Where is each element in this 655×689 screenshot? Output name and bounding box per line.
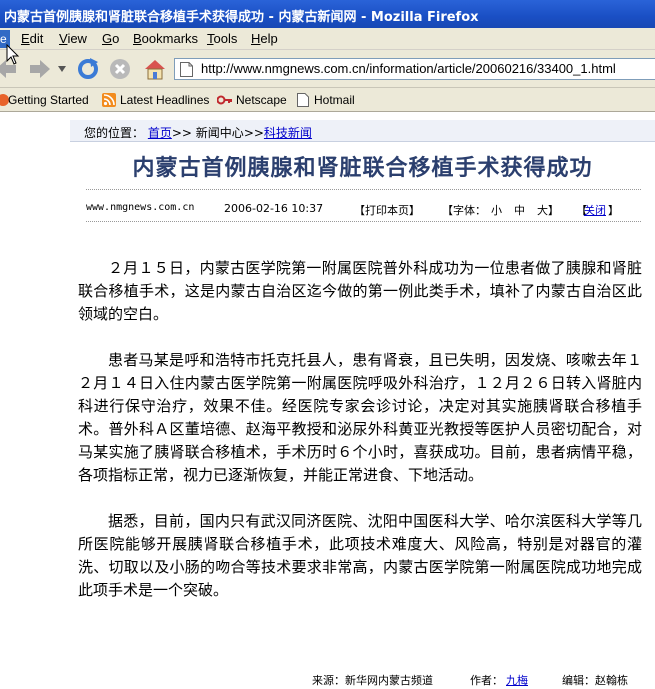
article-editor: 编辑：赵翰栋 xyxy=(562,674,628,687)
menu-bookmarks[interactable]: Bookmarks xyxy=(133,31,198,46)
forward-icon[interactable] xyxy=(28,57,52,81)
font-size-label: 【字体： xyxy=(442,204,486,217)
menu-go[interactable]: Go xyxy=(102,31,119,46)
window-title: 内蒙古首例胰腺和肾脏联合移植手术获得成功 - 内蒙古新闻网 - Mozilla … xyxy=(4,10,479,25)
bookmark-getting-started[interactable]: Getting Started xyxy=(8,93,89,107)
breadcrumb-separator: >> xyxy=(243,126,264,140)
site-domain: www.nmgnews.com.cn xyxy=(86,202,195,213)
window-titlebar[interactable]: 内蒙古首例胰腺和肾脏联合移植手术获得成功 - 内蒙古新闻网 - Mozilla … xyxy=(0,0,655,28)
article-paragraph: 据悉，目前，国内只有武汉同济医院、沈阳中国医科大学、哈尔滨医科大学等几所医院能够… xyxy=(78,512,642,599)
article-footer: 来源：新华网内蒙古频道 作者： 九梅 编辑：赵翰栋 xyxy=(300,672,655,688)
bookmark-hotmail[interactable]: Hotmail xyxy=(314,93,355,107)
page-icon xyxy=(180,62,193,77)
article-headline: 内蒙古首例胰腺和肾脏联合移植手术获得成功 xyxy=(132,155,593,181)
article-body: ２月１５日，内蒙古医学院第一附属医院普外科成功为一位患者做了胰腺和肾脏联合移植手… xyxy=(78,257,642,625)
font-large-button[interactable]: 大】 xyxy=(537,202,559,218)
bookmarks-toolbar: Getting Started Latest Headlines Netscap… xyxy=(0,88,655,112)
bookmark-latest-headlines[interactable]: Latest Headlines xyxy=(120,93,209,107)
breadcrumb-news-center: 新闻中心 xyxy=(195,126,244,140)
url-text: http://www.nmgnews.com.cn/information/ar… xyxy=(201,61,616,76)
close-bracket-close: 】 xyxy=(608,204,619,217)
close-link[interactable]: 关闭 xyxy=(584,202,606,218)
article-paragraph: ２月１５日，内蒙古医学院第一附属医院普外科成功为一位患者做了胰腺和肾脏联合移植手… xyxy=(78,259,642,323)
author-link[interactable]: 九梅 xyxy=(506,672,528,688)
netscape-key-icon xyxy=(217,95,232,105)
stop-icon[interactable] xyxy=(108,57,132,81)
font-medium-button[interactable]: 中 xyxy=(514,202,525,218)
url-field[interactable]: http://www.nmgnews.com.cn/information/ar… xyxy=(174,58,655,80)
divider xyxy=(86,221,641,222)
publish-datetime: 2006-02-16 10:37 xyxy=(224,202,324,215)
breadcrumb-tech-news-link[interactable]: 科技新闻 xyxy=(264,126,312,140)
article-source: 来源：新华网内蒙古频道 xyxy=(312,674,433,687)
article-meta: www.nmgnews.com.cn 2006-02-16 10:37 【打印本… xyxy=(86,202,655,218)
author-label: 作者： xyxy=(470,674,503,687)
menu-view[interactable]: View xyxy=(59,31,87,46)
page-content: 您的位置： 首页>> 新闻中心>>科技新闻 内蒙古首例胰腺和肾脏联合移植手术获得… xyxy=(0,112,655,689)
divider xyxy=(86,189,641,190)
menu-edit[interactable]: Edit xyxy=(21,31,43,46)
article-paragraph: 患者马某是呼和浩特市托克托县人，患有肾衰，且已失明，因发烧、咳嗽去年１２月１４日… xyxy=(78,351,642,484)
forward-history-icon[interactable] xyxy=(58,66,66,72)
home-icon[interactable] xyxy=(143,57,167,81)
rss-feed-icon xyxy=(102,93,116,107)
breadcrumb-separator: >> xyxy=(171,126,192,140)
mouse-cursor-icon xyxy=(6,44,20,65)
breadcrumb-prefix: 您的位置： xyxy=(84,126,145,140)
breadcrumb-home-link[interactable]: 首页 xyxy=(148,126,172,140)
breadcrumb: 您的位置： 首页>> 新闻中心>>科技新闻 xyxy=(70,120,655,142)
navigation-toolbar: http://www.nmgnews.com.cn/information/ar… xyxy=(0,50,655,88)
font-small-button[interactable]: 小 xyxy=(491,202,502,218)
reload-icon[interactable] xyxy=(76,57,100,81)
print-page-button[interactable]: 【打印本页】 xyxy=(354,202,420,218)
menu-tools[interactable]: Tools xyxy=(207,31,237,46)
menu-bar: e Edit View Go Bookmarks Tools Help xyxy=(0,28,655,50)
menu-help[interactable]: Help xyxy=(251,31,278,46)
bookmark-netscape[interactable]: Netscape xyxy=(236,93,287,107)
hotmail-page-icon xyxy=(297,93,309,107)
